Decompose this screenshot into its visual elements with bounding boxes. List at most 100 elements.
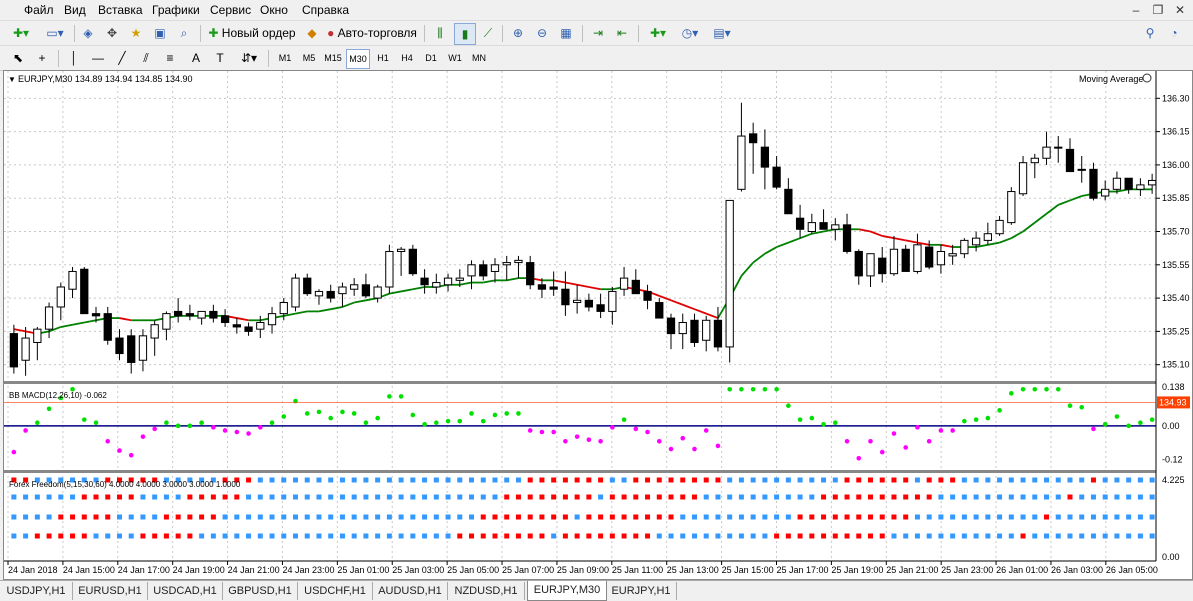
tf-h4[interactable]: H4 [396,49,418,67]
tf-m15[interactable]: M15 [322,49,344,67]
crosshair-move-icon[interactable]: ✥ [102,23,122,43]
chat-icon[interactable]: ◔ [1164,23,1184,43]
periods-icon[interactable]: ◷▾ [676,23,704,43]
candle [21,326,30,376]
minimize-icon[interactable]: – [1125,0,1147,20]
chart-canvas[interactable]: 136.30 136.15 136.00 135.85 135.70 135.55 135.… [4,71,1192,579]
bar-chart-icon[interactable]: ⫼ [430,23,450,43]
macd-tick-label: -0.12 [1162,455,1183,465]
tf-m30[interactable]: M30 [346,49,370,69]
ff-dot [562,533,568,539]
ff-dot [926,514,932,520]
ff-dot [293,533,298,539]
ff-dot [375,494,381,500]
candle [33,326,42,361]
tab-gbpusd-h1[interactable]: GBPUSD,H1 [223,582,298,600]
ma-segment [119,317,132,322]
candlestick-chart-icon[interactable]: ▮ [454,23,476,45]
menu-file[interactable]: Файл [24,3,54,17]
channel-icon[interactable]: ⫽ [136,48,156,68]
candle [772,156,781,190]
macd-dot [11,449,17,455]
text-icon[interactable]: A [186,48,206,68]
navigator-icon[interactable]: ★ [126,23,146,43]
fibonacci-icon[interactable]: ≡ [160,48,180,68]
macd-dot [1020,386,1026,392]
ff-dot [398,533,404,539]
tab-eurusd-h1[interactable]: EURUSD,H1 [73,582,148,600]
menu-charts[interactable]: Графики [152,3,200,17]
close-icon[interactable]: ✕ [1169,0,1191,20]
tf-d1[interactable]: D1 [420,49,442,67]
macd-dot [727,386,732,392]
macd-tick-label: 0.00 [1162,421,1180,431]
ma-segment [1022,221,1036,233]
horizontal-line-icon[interactable]: — [88,48,108,68]
macd-dot [516,411,521,416]
menu-view[interactable]: Вид [64,3,86,17]
search-icon[interactable]: ⚲ [1140,23,1160,43]
ff-dot [351,494,357,500]
tab-usdchf-h1[interactable]: USDCHF,H1 [298,582,373,600]
tf-m5[interactable]: M5 [298,49,320,67]
new-chart-icon[interactable]: ✚▾ [6,23,36,43]
terminal-icon[interactable]: ▣ [150,23,170,43]
tab-audusd-h1[interactable]: AUDUSD,H1 [373,582,448,600]
restore-icon[interactable]: ❐ [1147,0,1169,20]
indicator-close-icon[interactable] [1142,73,1152,83]
ff-dot [1090,477,1096,483]
tf-h1[interactable]: H1 [372,49,394,67]
chart-shift-icon[interactable]: ⇤ [612,23,632,43]
new-order-button[interactable]: ✚ Новый ордер [206,23,298,43]
tab-usdcad-h1[interactable]: USDCAD,H1 [148,582,223,600]
ff-dot [574,514,580,520]
ff-dot [222,494,228,500]
chart-window[interactable]: 136.30 136.15 136.00 135.85 135.70 135.55 135.… [3,70,1193,580]
text-label-icon[interactable]: T [210,48,230,68]
tf-m1[interactable]: M1 [274,49,296,67]
tile-windows-icon[interactable]: ▦ [556,23,576,43]
menu-insert[interactable]: Вставка [98,3,143,17]
ff-dot [938,533,944,539]
arrows-icon[interactable]: ⇵▾ [236,48,262,68]
line-chart-icon[interactable]: ⟋ [478,23,498,43]
ff-dot [1079,477,1085,483]
tab-eurjpy-m30[interactable]: EURJPY,M30 [527,581,607,601]
tf-mn[interactable]: MN [468,49,490,67]
menu-window[interactable]: Окно [260,3,288,17]
macd-dot [551,429,556,435]
macd-dot [668,446,674,452]
ff-dot [398,477,404,483]
candle [1007,187,1016,225]
tf-w1[interactable]: W1 [444,49,466,67]
ff-dot [480,494,486,500]
zoom-in-icon[interactable]: ⊕ [508,23,528,43]
ff-dot [680,514,686,520]
tab-eurjpy-h1[interactable]: EURJPY,H1 [606,582,677,600]
ma-segment [483,279,496,284]
indicators-icon[interactable]: ✚▾ [644,23,672,43]
ff-dot [551,494,557,500]
collapse-arrow-icon[interactable]: ▼ [8,75,16,84]
trendline-icon[interactable]: ╱ [112,48,132,68]
ff-dot [527,494,533,500]
templates-icon[interactable]: ▤▾ [708,23,736,43]
cursor-icon[interactable]: ⬉ [8,48,28,68]
menu-tools[interactable]: Сервис [210,3,251,17]
autoscroll-icon[interactable]: ⇥ [588,23,608,43]
vertical-line-icon[interactable]: │ [64,48,84,68]
ff-dot [128,533,134,539]
tab-nzdusd-h1[interactable]: NZDUSD,H1 [448,582,525,600]
metaeditor-icon[interactable]: ◆ [302,23,322,43]
market-watch-icon[interactable]: ◈ [78,23,98,43]
tab-usdjpy-h1[interactable]: USDJPY,H1 [0,582,73,600]
profiles-icon[interactable]: ▭▾ [40,23,70,43]
ff-dot [598,477,604,483]
time-tick-label: 26 Jan 05:00 [1106,565,1158,575]
crosshair-icon[interactable]: + [32,48,52,68]
menu-help[interactable]: Справка [302,3,349,17]
zoom-out-icon[interactable]: ⊖ [532,23,552,43]
strategy-tester-icon[interactable]: ⌕ [174,23,194,43]
ff-dot [375,533,381,539]
autotrading-button[interactable]: ● Авто-торговля [324,23,420,43]
